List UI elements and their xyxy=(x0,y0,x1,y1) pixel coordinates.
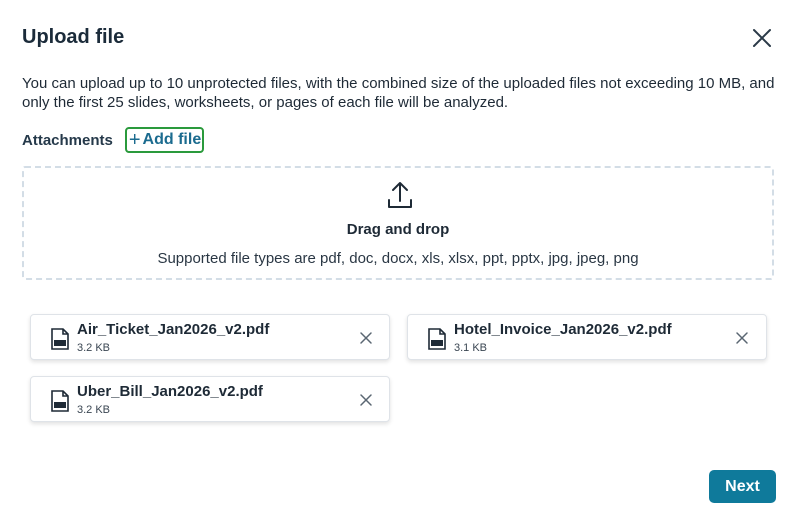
attachments-row: Attachments + Add file xyxy=(22,126,205,154)
upload-icon xyxy=(388,182,412,208)
file-size: 3.2 KB xyxy=(77,342,111,354)
file-name: Air_Ticket_Jan2026_v2.pdf xyxy=(77,321,270,338)
file-name: Hotel_Invoice_Jan2026_v2.pdf xyxy=(454,321,672,338)
add-file-button[interactable]: + Add file xyxy=(124,127,205,153)
upload-description: You can upload up to 10 unprotected file… xyxy=(22,75,775,111)
close-icon[interactable] xyxy=(750,26,774,50)
file-size: 3.1 KB xyxy=(454,342,488,354)
file-card: Air_Ticket_Jan2026_v2.pdf 3.2 KB xyxy=(30,314,390,360)
dialog-title: Upload file xyxy=(22,26,125,48)
remove-file-icon[interactable] xyxy=(358,392,374,408)
upload-file-dialog: Upload file You can upload up to 10 unpr… xyxy=(0,0,800,528)
file-name: Uber_Bill_Jan2026_v2.pdf xyxy=(77,383,263,400)
file-size: 3.2 KB xyxy=(77,404,111,416)
add-file-label: Add file xyxy=(142,131,202,148)
remove-file-icon[interactable] xyxy=(734,330,750,346)
pdf-file-icon xyxy=(51,328,69,350)
plus-icon: + xyxy=(128,129,141,151)
supported-file-types: Supported file types are pdf, doc, docx,… xyxy=(157,250,639,267)
pdf-file-icon xyxy=(51,390,69,412)
drag-and-drop-zone[interactable]: Drag and drop Supported file types are p… xyxy=(22,166,774,280)
next-button[interactable]: Next xyxy=(709,470,776,503)
file-card: Uber_Bill_Jan2026_v2.pdf 3.2 KB xyxy=(30,376,390,422)
remove-file-icon[interactable] xyxy=(358,330,374,346)
pdf-file-icon xyxy=(428,328,446,350)
file-card: Hotel_Invoice_Jan2026_v2.pdf 3.1 KB xyxy=(407,314,767,360)
dropzone-title: Drag and drop xyxy=(346,221,450,238)
attachments-label: Attachments xyxy=(22,131,113,149)
